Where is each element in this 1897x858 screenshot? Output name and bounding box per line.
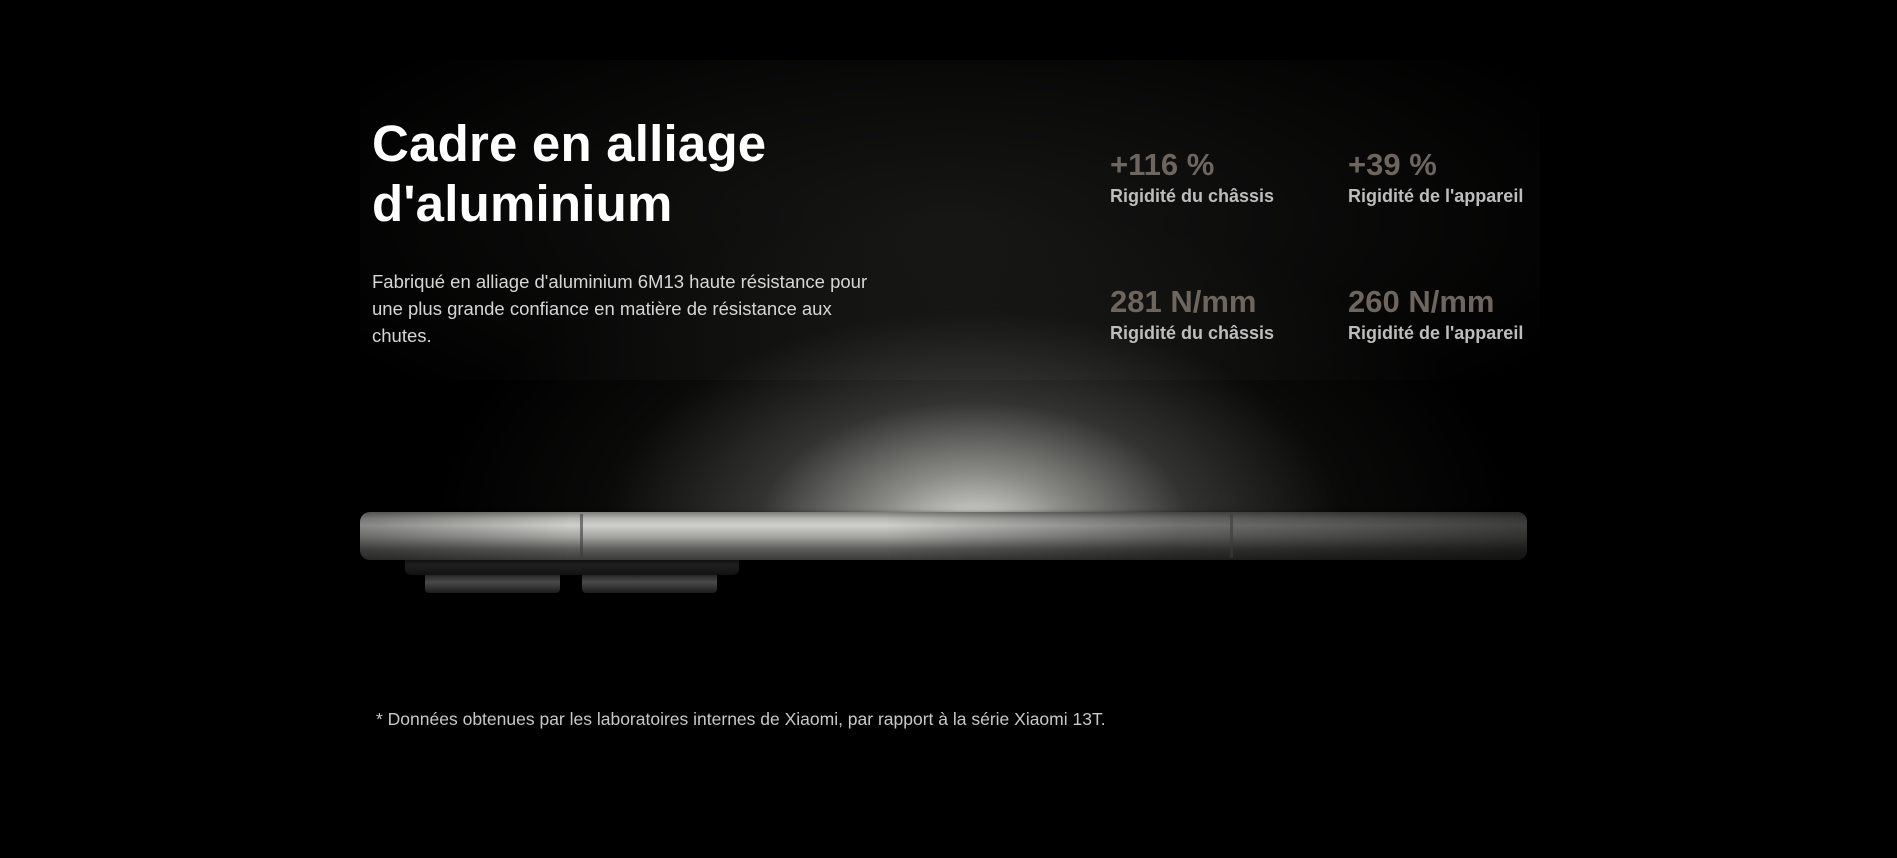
stat-value: 260 N/mm (1348, 284, 1495, 319)
stat-chassis-rigidity-percent: +116 % Rigidité du châssis (1110, 146, 1330, 208)
section-description: Fabriqué en alliage d'aluminium 6M13 hau… (372, 271, 868, 346)
hero-section: Cadre en alliage d'aluminium Fabriqué en… (0, 0, 1897, 858)
phone-camera-lens (582, 575, 717, 593)
phone-camera-lens (425, 575, 560, 593)
stat-label: Rigidité du châssis (1110, 323, 1275, 343)
stat-device-rigidity-nmm: 260 N/mm Rigidité de l'appareil (1348, 283, 1568, 345)
stat-value: +39 % (1348, 147, 1437, 182)
stat-chassis-rigidity-nmm: 281 N/mm Rigidité du châssis (1110, 283, 1330, 345)
section-title-line1: Cadre en alliage (372, 115, 767, 172)
stat-label: Rigidité de l'appareil (1348, 323, 1524, 343)
stat-label: Rigidité de l'appareil (1348, 186, 1524, 206)
stat-label: Rigidité du châssis (1110, 186, 1275, 206)
phone-frame-shading (360, 512, 1527, 560)
phone-frame-seam (580, 514, 583, 558)
stat-device-rigidity-percent: +39 % Rigidité de l'appareil (1348, 146, 1568, 208)
stat-value: 281 N/mm (1110, 284, 1257, 319)
phone-frame-seam (1230, 514, 1233, 558)
section-title: Cadre en alliage d'aluminium (372, 114, 932, 234)
section-title-line2: d'aluminium (372, 175, 673, 232)
phone-camera-bump (405, 560, 739, 575)
stat-value: +116 % (1110, 147, 1215, 182)
footnote: * Données obtenues par les laboratoires … (376, 709, 1106, 729)
